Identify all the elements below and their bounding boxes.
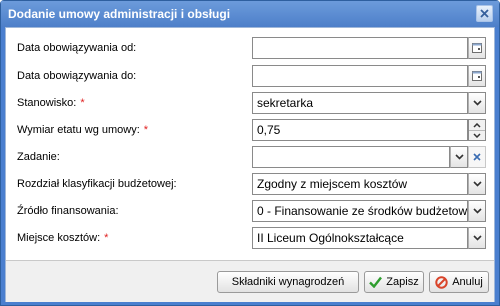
- save-label: Zapisz: [386, 276, 419, 288]
- skladniki-button[interactable]: Składniki wynagrodzeń: [217, 271, 359, 293]
- label-data-od: Data obowiązywania od:: [17, 42, 137, 54]
- required-marker: *: [143, 124, 149, 136]
- row-zrodlo: Źródło finansowania: 0 - Finansowanie ze…: [6, 200, 494, 222]
- spinner-up-button[interactable]: [469, 120, 485, 130]
- row-rozdzial: Rozdział klasyfikacji budżetowej: Zgodny…: [6, 173, 494, 195]
- stanowisko-select[interactable]: sekretarka: [252, 92, 468, 114]
- dialog-body: Data obowiązywania od: Data obowiązywani…: [5, 27, 495, 302]
- label-data-do: Data obowiązywania do:: [17, 70, 137, 82]
- form-panel: Data obowiązywania od: Data obowiązywani…: [6, 28, 494, 260]
- dialog-title: Dodanie umowy administracji i obsługi: [1, 1, 499, 27]
- close-button[interactable]: [476, 5, 493, 22]
- chevron-down-icon: [472, 100, 482, 106]
- row-stanowisko: Stanowisko: * sekretarka: [6, 92, 494, 114]
- date-from-input[interactable]: [252, 37, 468, 59]
- chevron-down-icon: [472, 181, 482, 187]
- cancel-label: Anuluj: [452, 276, 483, 288]
- spinner-down-button[interactable]: [469, 130, 485, 140]
- label-stanowisko: Stanowisko: *: [17, 97, 85, 109]
- skladniki-label: Składniki wynagrodzeń: [231, 276, 345, 288]
- stanowisko-dropdown-button[interactable]: [468, 92, 486, 114]
- chevron-down-icon: [472, 235, 482, 241]
- miejsce-dropdown-button[interactable]: [468, 227, 486, 249]
- row-wymiar: Wymiar etatu wg umowy: * 0,75: [6, 119, 494, 141]
- label-zadanie: Zadanie:: [17, 151, 60, 163]
- rozdzial-select[interactable]: Zgodny z miejscem kosztów: [252, 173, 468, 195]
- required-marker: *: [104, 232, 109, 244]
- label-rozdzial: Rozdział klasyfikacji budżetowej:: [17, 178, 177, 190]
- chevron-up-icon: [473, 122, 481, 128]
- chevron-down-icon: [473, 133, 481, 138]
- dialog-footer: Składniki wynagrodzeń Zapisz Anuluj: [6, 261, 494, 302]
- wymiar-spinner[interactable]: [468, 119, 486, 141]
- calendar-icon: [472, 43, 482, 53]
- cancel-button[interactable]: Anuluj: [429, 271, 489, 293]
- calendar-icon: [472, 71, 482, 81]
- zrodlo-select[interactable]: 0 - Finansowanie ze środków budżetowych: [252, 200, 468, 222]
- wymiar-etatu-input[interactable]: 0,75: [252, 119, 468, 141]
- zrodlo-dropdown-button[interactable]: [468, 200, 486, 222]
- label-zrodlo: Źródło finansowania:: [17, 205, 119, 217]
- zadanie-clear-button[interactable]: [468, 146, 486, 168]
- row-data-od: Data obowiązywania od:: [6, 37, 494, 59]
- date-to-picker-button[interactable]: [468, 65, 486, 87]
- cancel-icon: [435, 275, 448, 289]
- rozdzial-dropdown-button[interactable]: [468, 173, 486, 195]
- dialog-window: Dodanie umowy administracji i obsługi Da…: [0, 0, 500, 306]
- required-marker: *: [80, 97, 85, 109]
- miejsce-select[interactable]: II Liceum Ogólnokształcące: [252, 227, 468, 249]
- chevron-down-icon: [454, 154, 464, 160]
- close-icon: [480, 9, 489, 18]
- date-from-picker-button[interactable]: [468, 37, 486, 59]
- chevron-down-icon: [472, 208, 482, 214]
- zadanie-dropdown-button[interactable]: [450, 146, 468, 168]
- clear-icon: [473, 153, 481, 161]
- label-miejsce: Miejsce kosztów: *: [17, 232, 109, 244]
- zadanie-select[interactable]: [252, 146, 450, 168]
- row-zadanie: Zadanie:: [6, 146, 494, 168]
- save-button[interactable]: Zapisz: [364, 271, 424, 293]
- row-data-do: Data obowiązywania do:: [6, 65, 494, 87]
- label-wymiar: Wymiar etatu wg umowy: *: [17, 124, 149, 136]
- row-miejsce: Miejsce kosztów: * II Liceum Ogólnokształ…: [6, 227, 494, 249]
- date-to-input[interactable]: [252, 65, 468, 87]
- checkmark-icon: [369, 276, 383, 288]
